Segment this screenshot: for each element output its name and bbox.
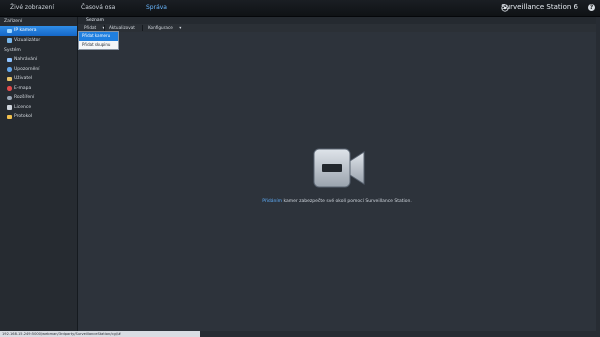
add-button-label: Přidat — [84, 25, 97, 30]
user-icon — [7, 76, 12, 81]
sidebar-item-visualizer[interactable]: Vizualizátor — [0, 36, 77, 46]
sidebar: Zařízení IP kamera Vizualizátor Systém N… — [0, 17, 78, 331]
menu-item-add-group[interactable]: Přidat skupinu — [79, 41, 118, 50]
empty-state-text: kamer zabezpečte své okolí pomocí Survei… — [282, 199, 412, 204]
recording-icon — [7, 57, 12, 62]
chevron-down-icon: ▾ — [179, 25, 182, 30]
sidebar-item-user[interactable]: Uživatel — [0, 74, 77, 84]
panel-header: Seznam — [78, 17, 596, 24]
tab-live-view[interactable]: Živé zobrazení — [10, 0, 54, 16]
tab-management[interactable]: Správa — [146, 0, 167, 16]
tab-timeline[interactable]: Časová osa — [81, 0, 115, 16]
sidebar-item-recording[interactable]: Nahrávání — [0, 55, 77, 65]
sidebar-section-system: Systém — [4, 48, 21, 53]
sidebar-item-log[interactable]: Protokol — [0, 112, 77, 122]
config-button[interactable]: Konfigurace ▾ — [148, 24, 181, 32]
sidebar-item-ip-camera[interactable]: IP kamera — [0, 26, 77, 36]
sidebar-item-label: E-mapa — [14, 85, 32, 91]
sidebar-item-notification[interactable]: Upozornění — [0, 65, 77, 75]
sidebar-section-devices: Zařízení — [4, 19, 23, 24]
config-button-label: Konfigurace — [148, 25, 173, 30]
sidebar-item-license[interactable]: Licence — [0, 103, 77, 113]
sidebar-item-label: Protokol — [14, 114, 33, 119]
visualizer-icon — [7, 38, 12, 43]
extension-icon — [7, 95, 12, 100]
sidebar-item-label: Uživatel — [14, 76, 33, 81]
sidebar-item-label: Rozšíření — [14, 95, 35, 100]
sidebar-item-label: Upozornění — [14, 66, 40, 72]
sidebar-item-emap[interactable]: E-mapa — [0, 84, 77, 94]
main-panel: Seznam Přidat ▾ Aktualizovat Konfigurace… — [78, 17, 596, 331]
sidebar-item-label: Nahrávání — [14, 57, 38, 62]
toolbar-divider — [142, 25, 143, 31]
camera-placeholder-icon — [313, 148, 365, 188]
ip-camera-icon — [7, 28, 12, 33]
page-title: Seznam — [86, 18, 104, 23]
sidebar-item-extension[interactable]: Rozšíření — [0, 93, 77, 103]
help-icon[interactable]: ? — [588, 4, 595, 11]
notification-icon — [7, 67, 12, 72]
empty-state-message: Přidáním kamer zabezpečte své okolí pomo… — [78, 199, 596, 204]
browser-status-url: 192.168.15.249:5000/webman/3rdparty/Surv… — [0, 331, 200, 337]
sidebar-item-label: IP kamera — [14, 28, 37, 33]
app-title: Surveillance Station 6 — [501, 3, 578, 11]
add-dropdown-menu: Přidat kameru Přidat skupinu — [78, 31, 119, 50]
emap-icon — [7, 86, 12, 91]
top-bar: Živé zobrazení Časová osa Správa Surveil… — [0, 0, 600, 17]
sidebar-item-label: Vizualizátor — [14, 37, 41, 43]
log-icon — [7, 114, 12, 119]
toolbar: Přidat ▾ Aktualizovat Konfigurace ▾ — [78, 24, 596, 32]
sidebar-item-label: Licence — [14, 104, 32, 110]
menu-item-add-camera[interactable]: Přidat kameru — [79, 32, 118, 41]
add-cameras-link[interactable]: Přidáním — [262, 199, 282, 204]
license-key-icon — [7, 105, 12, 110]
